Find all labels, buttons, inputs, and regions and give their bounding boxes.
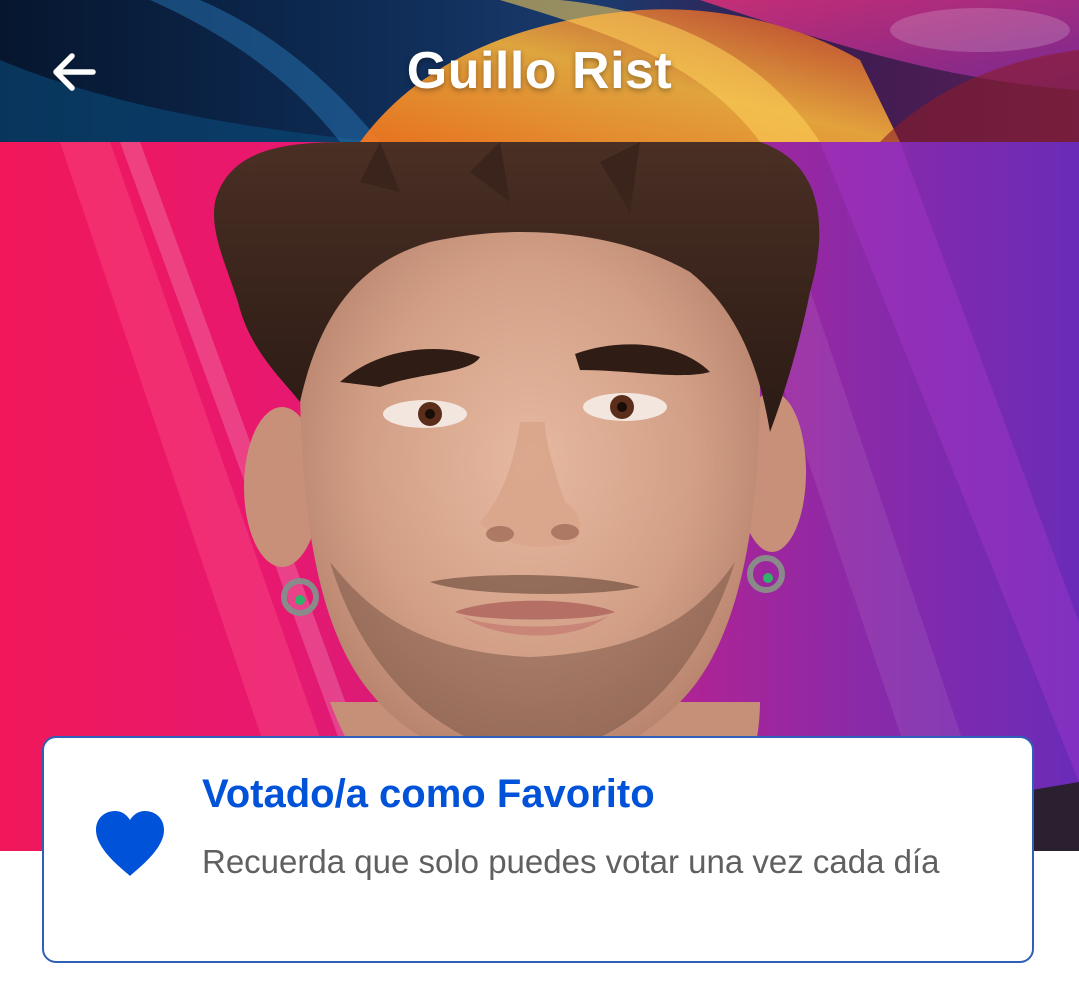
- favorite-confirmation-card: Votado/a como Favorito Recuerda que solo…: [42, 736, 1034, 963]
- screen: Guillo Rist Votado/a como Favorito Recue…: [0, 0, 1079, 988]
- arrow-left-icon: [53, 53, 96, 91]
- favorite-message: Recuerda que solo puedes votar una vez c…: [202, 843, 940, 880]
- app-bar: Guillo Rist: [0, 0, 1079, 142]
- heart-icon: [96, 811, 164, 876]
- back-button[interactable]: [38, 36, 110, 108]
- app-bar-background: [0, 0, 1079, 142]
- favorite-title: Votado/a como Favorito: [202, 772, 655, 816]
